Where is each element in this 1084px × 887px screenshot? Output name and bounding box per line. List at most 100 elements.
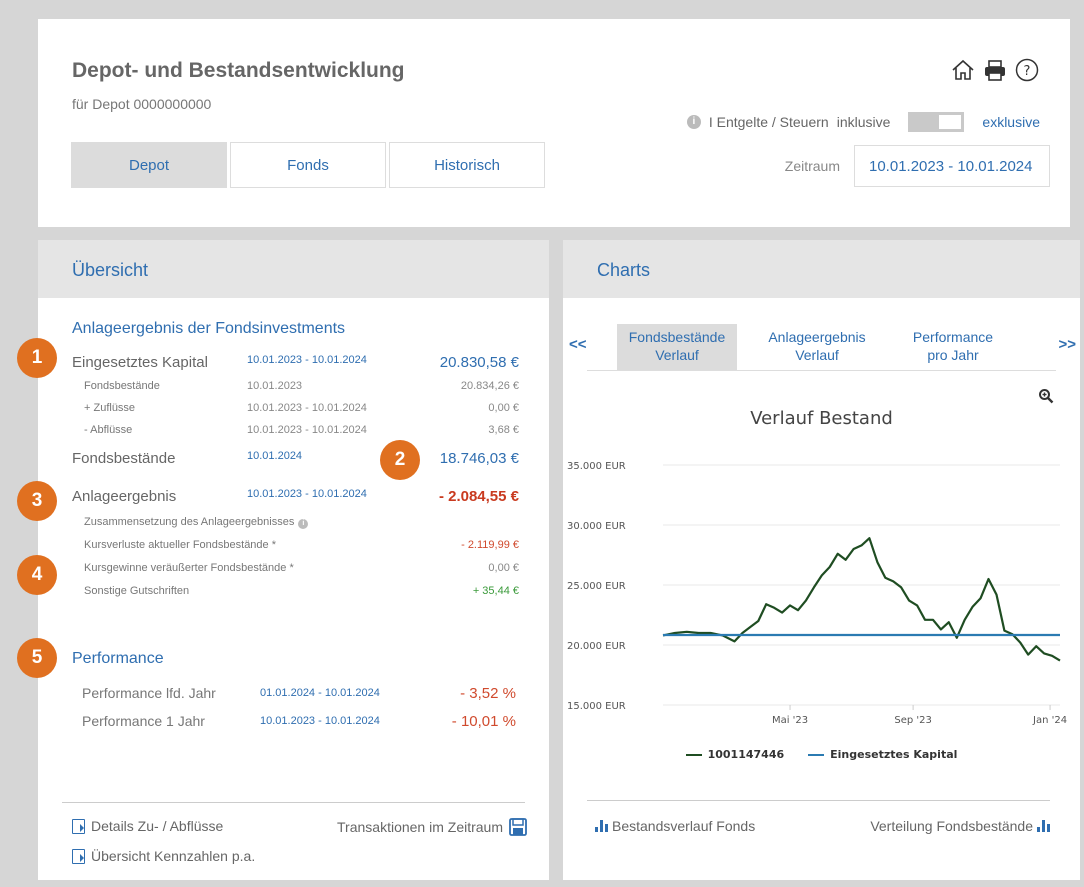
step-badge-4: 4	[17, 555, 57, 595]
tab-fonds[interactable]: Fonds	[230, 142, 386, 188]
fund-holdings-start-row: Fondsbestände 10.01.2023 20.834,26 €	[72, 380, 519, 392]
depot-subtitle: für Depot 0000000000	[72, 96, 212, 112]
outflows-date: 10.01.2023 - 10.01.2024	[247, 424, 367, 436]
kpi-overview-link[interactable]: Übersicht Kennzahlen p.a.	[72, 848, 255, 864]
legend-label-fund: 1001147446	[707, 748, 785, 761]
fund-holdings-start-label: Fondsbestände	[84, 380, 160, 392]
legend-swatch-fund	[685, 753, 702, 756]
chart-nav-next[interactable]: >>	[1058, 336, 1076, 353]
view-tabs: Depot Fonds Historisch	[71, 142, 545, 188]
inflows-date: 10.01.2023 - 10.01.2024	[247, 402, 367, 414]
transactions-label: Transaktionen im Zeitraum	[337, 819, 503, 835]
tab-historisch[interactable]: Historisch	[389, 142, 545, 188]
chart-tab-holdings[interactable]: Fondsbestände Verlauf	[617, 324, 737, 370]
charts-header: Charts	[563, 240, 1080, 298]
fund-holdings-start-value: 20.834,26 €	[460, 380, 519, 392]
credits-label: Sonstige Gutschriften	[84, 585, 190, 597]
result-row: Anlageergebnis 10.01.2023 - 10.01.2024 -…	[72, 488, 519, 505]
outflows-value: 3,68 €	[488, 424, 519, 436]
chart-tab-result-line2: Verlauf	[795, 347, 839, 363]
investment-result-title: Anlageergebnis der Fondsinvestments	[72, 320, 346, 337]
svg-text:?: ?	[1024, 64, 1031, 79]
toolbar: ?	[950, 57, 1040, 83]
result-label: Anlageergebnis	[72, 488, 177, 505]
tab-depot[interactable]: Depot	[71, 142, 227, 188]
composition-row: Zusammensetzung des Anlageergebnisses i	[72, 516, 519, 529]
chart-tab-performance[interactable]: Performance pro Jahr	[893, 324, 1013, 370]
step-badge-5: 5	[17, 638, 57, 678]
chart-tab-result-line1: Anlageergebnis	[768, 329, 866, 345]
holdings-distribution-link[interactable]: Verteilung Fondsbestände	[870, 818, 1050, 834]
details-flows-link[interactable]: Details Zu- / Abflüsse	[72, 818, 223, 834]
inflows-value: 0,00 €	[488, 402, 519, 414]
composition-info-icon[interactable]: i	[298, 519, 309, 529]
header-panel: Depot- und Bestandsentwicklung für Depot…	[38, 19, 1070, 227]
composition-label: Zusammensetzung des Anlageergebnisses	[84, 516, 295, 528]
fund-holdings-start-date: 10.01.2023	[247, 380, 303, 392]
chart-tab-result[interactable]: Anlageergebnis Verlauf	[757, 324, 877, 370]
inflows-label: + Zuflüsse	[84, 402, 136, 414]
invested-capital-label: Eingesetztes Kapital	[72, 354, 208, 371]
print-icon[interactable]	[982, 57, 1008, 83]
fund-holdings-end-row: Fondsbestände 10.01.2024 18.746,03 €	[72, 450, 519, 467]
step-badge-2: 2	[380, 440, 420, 480]
chart-legend: 1001147446 Eingesetztes Kapital	[563, 748, 1080, 761]
perf-ytd-label: Performance lfd. Jahr	[82, 685, 216, 701]
overview-panel: Übersicht Anlageergebnis der Fondsinvest…	[38, 240, 549, 880]
inflows-row: + Zuflüsse 10.01.2023 - 10.01.2024 0,00 …	[72, 402, 519, 414]
period-input[interactable]: 10.01.2023 - 10.01.2024	[854, 145, 1050, 187]
x-tick-label: Mai '23	[772, 715, 808, 726]
invested-capital-row: Eingesetztes Kapital 10.01.2023 - 10.01.…	[72, 354, 519, 371]
perf-1y-value: - 10,01 %	[451, 713, 516, 730]
y-tick-label: 25.000 EUR	[567, 581, 626, 592]
invested-capital-value: 20.830,58 €	[439, 354, 519, 371]
perf-ytd-row: Performance lfd. Jahr 01.01.2024 - 10.01…	[82, 685, 516, 702]
fees-inclusive-label: inklusive	[836, 114, 891, 130]
chart-tab-holdings-line1: Fondsbestände	[628, 329, 726, 345]
period-label: Zeitraum	[784, 158, 840, 174]
info-icon[interactable]: i	[686, 115, 701, 129]
save-icon	[509, 818, 527, 836]
gains-row: Kursgewinne veräußerter Fondsbestände * …	[72, 562, 519, 574]
document-arrow-icon	[72, 848, 85, 864]
kpi-overview-label: Übersicht Kennzahlen p.a.	[91, 848, 256, 864]
x-tick-label: Jan '24	[1032, 715, 1067, 726]
chart-nav-prev[interactable]: <<	[569, 336, 587, 353]
legend-item-fund[interactable]: 1001147446	[685, 748, 785, 761]
perf-1y-date: 10.01.2023 - 10.01.2024	[260, 715, 380, 727]
gains-value: 0,00 €	[488, 562, 519, 574]
legend-label-capital: Eingesetztes Kapital	[830, 748, 958, 761]
page-title: Depot- und Bestandsentwicklung	[72, 59, 405, 82]
perf-ytd-date: 01.01.2024 - 10.01.2024	[260, 687, 380, 699]
help-icon[interactable]: ?	[1014, 57, 1040, 83]
holdings-line-chart: 35.000 EUR 30.000 EUR 25.000 EUR 20.000 EUR…	[567, 461, 1067, 726]
legend-item-capital[interactable]: Eingesetztes Kapital	[808, 748, 957, 761]
step-badge-3: 3	[17, 481, 57, 521]
fund-holdings-end-label: Fondsbestände	[72, 450, 176, 467]
fees-toggle[interactable]	[908, 112, 965, 132]
result-value: - 2.084,55 €	[438, 488, 519, 505]
period-selector: Zeitraum 10.01.2023 - 10.01.2024	[785, 145, 1050, 187]
transactions-link[interactable]: Transaktionen im Zeitraum	[337, 818, 527, 836]
bar-chart-icon	[1037, 820, 1050, 832]
outflows-label: - Abflüsse	[84, 424, 133, 436]
holdings-distribution-label: Verteilung Fondsbestände	[870, 818, 1033, 834]
y-tick-label: 30.000 EUR	[567, 521, 626, 532]
perf-1y-label: Performance 1 Jahr	[82, 713, 205, 729]
zoom-icon[interactable]	[1038, 388, 1054, 404]
details-flows-label: Details Zu- / Abflüsse	[91, 818, 224, 834]
fees-label: I Entgelte / Steuern	[708, 114, 829, 130]
y-tick-label: 20.000 EUR	[567, 641, 626, 652]
invested-capital-date: 10.01.2023 - 10.01.2024	[247, 354, 367, 366]
y-tick-label: 35.000 EUR	[567, 461, 626, 472]
x-tick-label: Sep '23	[894, 715, 932, 726]
chart-tab-performance-line1: Performance	[912, 329, 994, 345]
chart-tabs-underline	[587, 370, 1056, 371]
step-badge-1: 1	[17, 338, 57, 378]
holdings-history-link[interactable]: Bestandsverlauf Fonds	[595, 818, 755, 834]
series-line-fund	[662, 537, 1061, 662]
y-tick-label: 15.000 EUR	[567, 701, 626, 712]
perf-1y-row: Performance 1 Jahr 10.01.2023 - 10.01.20…	[82, 713, 516, 730]
overview-header: Übersicht	[38, 240, 549, 298]
home-icon[interactable]	[950, 57, 976, 83]
